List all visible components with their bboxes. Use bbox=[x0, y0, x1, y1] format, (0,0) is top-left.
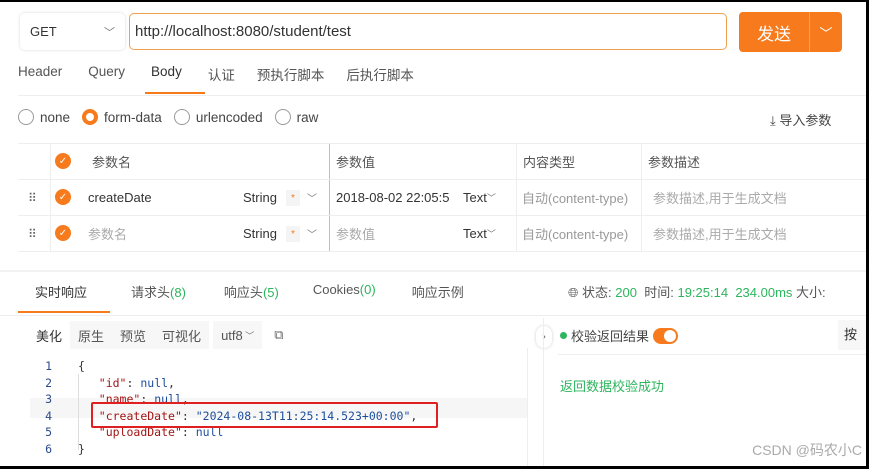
param-type-select[interactable]: String bbox=[243, 216, 277, 251]
chevron-down-icon[interactable]: ﹀ bbox=[307, 216, 317, 251]
status-code: 200 bbox=[615, 285, 637, 300]
response-tabs: 实时响应 请求头(8) 响应头(5) Cookies(0) 响应示例 bbox=[35, 282, 464, 301]
view-pretty[interactable]: 美化 bbox=[28, 321, 71, 349]
content-type-input[interactable]: 自动(content-type) bbox=[522, 216, 628, 251]
row-checkbox[interactable]: ✓ bbox=[55, 225, 71, 241]
params-table: ✓ 参数名 参数值 内容类型 参数描述 ⠿ ✓ createDate Strin… bbox=[18, 143, 866, 252]
url-input[interactable]: http://localhost:8080/student/test bbox=[129, 13, 727, 50]
view-visualize[interactable]: 可视化 bbox=[154, 321, 210, 349]
body-type-radios: none form-data urlencoded raw bbox=[18, 109, 330, 125]
tab-query[interactable]: Query bbox=[88, 64, 125, 84]
validate-result: 返回数据校验成功 bbox=[560, 379, 665, 394]
method-select[interactable]: GET ﹀ bbox=[20, 13, 125, 50]
header-name: 参数名 bbox=[92, 155, 132, 170]
globe-icon: 🌐︎ bbox=[568, 285, 579, 300]
status-bar: 🌐︎ 状态: 200 时间: 19:25:14 234.00ms 大小: bbox=[568, 285, 826, 300]
param-value-input[interactable]: 2018-08-02 22:05:5 bbox=[336, 180, 449, 215]
header-value: 参数值 bbox=[336, 155, 376, 170]
tab-auth[interactable]: 认证 bbox=[208, 64, 235, 84]
content-type-input[interactable]: 自动(content-type) bbox=[522, 180, 628, 215]
code-line: 1{ bbox=[45, 359, 85, 374]
select-all-checkbox[interactable]: ✓ bbox=[55, 153, 71, 169]
code-line: 2 "id": null, bbox=[45, 375, 175, 390]
header-desc: 参数描述 bbox=[648, 155, 701, 170]
active-tab-indicator bbox=[145, 92, 205, 94]
required-toggle[interactable]: * bbox=[286, 190, 300, 206]
tab-request-headers[interactable]: 请求头(8) bbox=[131, 282, 186, 301]
radio-raw[interactable]: raw bbox=[274, 109, 318, 125]
value-type-select[interactable]: Text ﹀ bbox=[463, 180, 496, 215]
encoding-select[interactable]: utf8 ﹀ bbox=[213, 321, 263, 349]
validate-toggle[interactable] bbox=[653, 327, 679, 344]
drag-handle-icon[interactable]: ⠿ bbox=[28, 216, 37, 251]
divider bbox=[0, 315, 866, 316]
copy-icon[interactable]: ⧉ bbox=[274, 327, 283, 343]
response-toolbar: 美化 原生 预览 可视化 utf8 ﹀ ⧉ bbox=[28, 320, 543, 350]
method-value: GET bbox=[30, 24, 57, 39]
active-tab-indicator bbox=[18, 311, 110, 313]
chevron-down-icon[interactable]: ﹀ bbox=[810, 23, 842, 42]
download-icon: ⤓ bbox=[770, 113, 780, 128]
send-button[interactable]: 发送 ﹀ bbox=[739, 12, 842, 52]
drag-handle-icon[interactable]: ⠿ bbox=[28, 180, 37, 215]
radio-form-data[interactable]: form-data bbox=[82, 109, 162, 125]
code-line: 6} bbox=[45, 441, 85, 456]
required-toggle[interactable]: * bbox=[286, 226, 300, 242]
row-checkbox[interactable]: ✓ bbox=[55, 189, 71, 205]
import-params-button[interactable]: ⤓ 导入参数 bbox=[770, 110, 831, 129]
param-value-input[interactable]: 参数值 bbox=[336, 216, 375, 251]
table-header: ✓ 参数名 参数值 内容类型 参数描述 bbox=[18, 144, 866, 180]
tab-response-example[interactable]: 响应示例 bbox=[412, 282, 464, 301]
radio-none[interactable]: none bbox=[18, 109, 70, 125]
tab-pre-script[interactable]: 预执行脚本 bbox=[257, 64, 325, 84]
view-raw[interactable]: 原生 bbox=[70, 321, 113, 349]
header-content-type: 内容类型 bbox=[523, 155, 576, 170]
chevron-down-icon[interactable]: ﹀ bbox=[307, 180, 317, 215]
param-name-input[interactable]: 参数名 bbox=[88, 216, 127, 251]
tab-live-response[interactable]: 实时响应 bbox=[35, 282, 87, 301]
param-desc-input[interactable]: 参数描述,用于生成文档 bbox=[653, 216, 787, 251]
scrollbar-track[interactable] bbox=[527, 348, 528, 466]
table-row: ⠿ ✓ createDate String * ﹀ 2018-08-02 22:… bbox=[18, 180, 866, 216]
duration: 234.00ms bbox=[735, 285, 793, 300]
tab-header[interactable]: Header bbox=[18, 64, 62, 84]
highlight-box bbox=[91, 402, 438, 428]
request-tabs: Header Query Body 认证 预执行脚本 后执行脚本 bbox=[18, 64, 414, 84]
view-preview[interactable]: 预览 bbox=[112, 321, 155, 349]
param-name-input[interactable]: createDate bbox=[88, 180, 152, 215]
status-dot-icon bbox=[560, 332, 567, 339]
watermark: CSDN @码农小C bbox=[752, 442, 862, 458]
right-button[interactable]: 按 bbox=[838, 320, 866, 350]
tab-post-script[interactable]: 后执行脚本 bbox=[346, 64, 414, 84]
param-type-select[interactable]: String bbox=[243, 180, 277, 215]
value-type-select[interactable]: Text ﹀ bbox=[463, 216, 496, 251]
validate-label: 校验返回结果 bbox=[571, 329, 650, 344]
chevron-down-icon: ﹀ bbox=[104, 26, 115, 39]
radio-urlencoded[interactable]: urlencoded bbox=[173, 109, 263, 125]
tab-response-headers[interactable]: 响应头(5) bbox=[224, 282, 279, 301]
divider bbox=[0, 270, 866, 272]
table-row: ⠿ ✓ 参数名 String * ﹀ 参数值 Text ﹀ 自动(content… bbox=[18, 216, 866, 252]
tab-cookies[interactable]: Cookies(0) bbox=[313, 282, 376, 301]
tab-body[interactable]: Body bbox=[151, 64, 182, 84]
send-label: 发送 bbox=[757, 24, 791, 44]
param-desc-input[interactable]: 参数描述,用于生成文档 bbox=[653, 180, 787, 215]
divider bbox=[18, 95, 866, 96]
